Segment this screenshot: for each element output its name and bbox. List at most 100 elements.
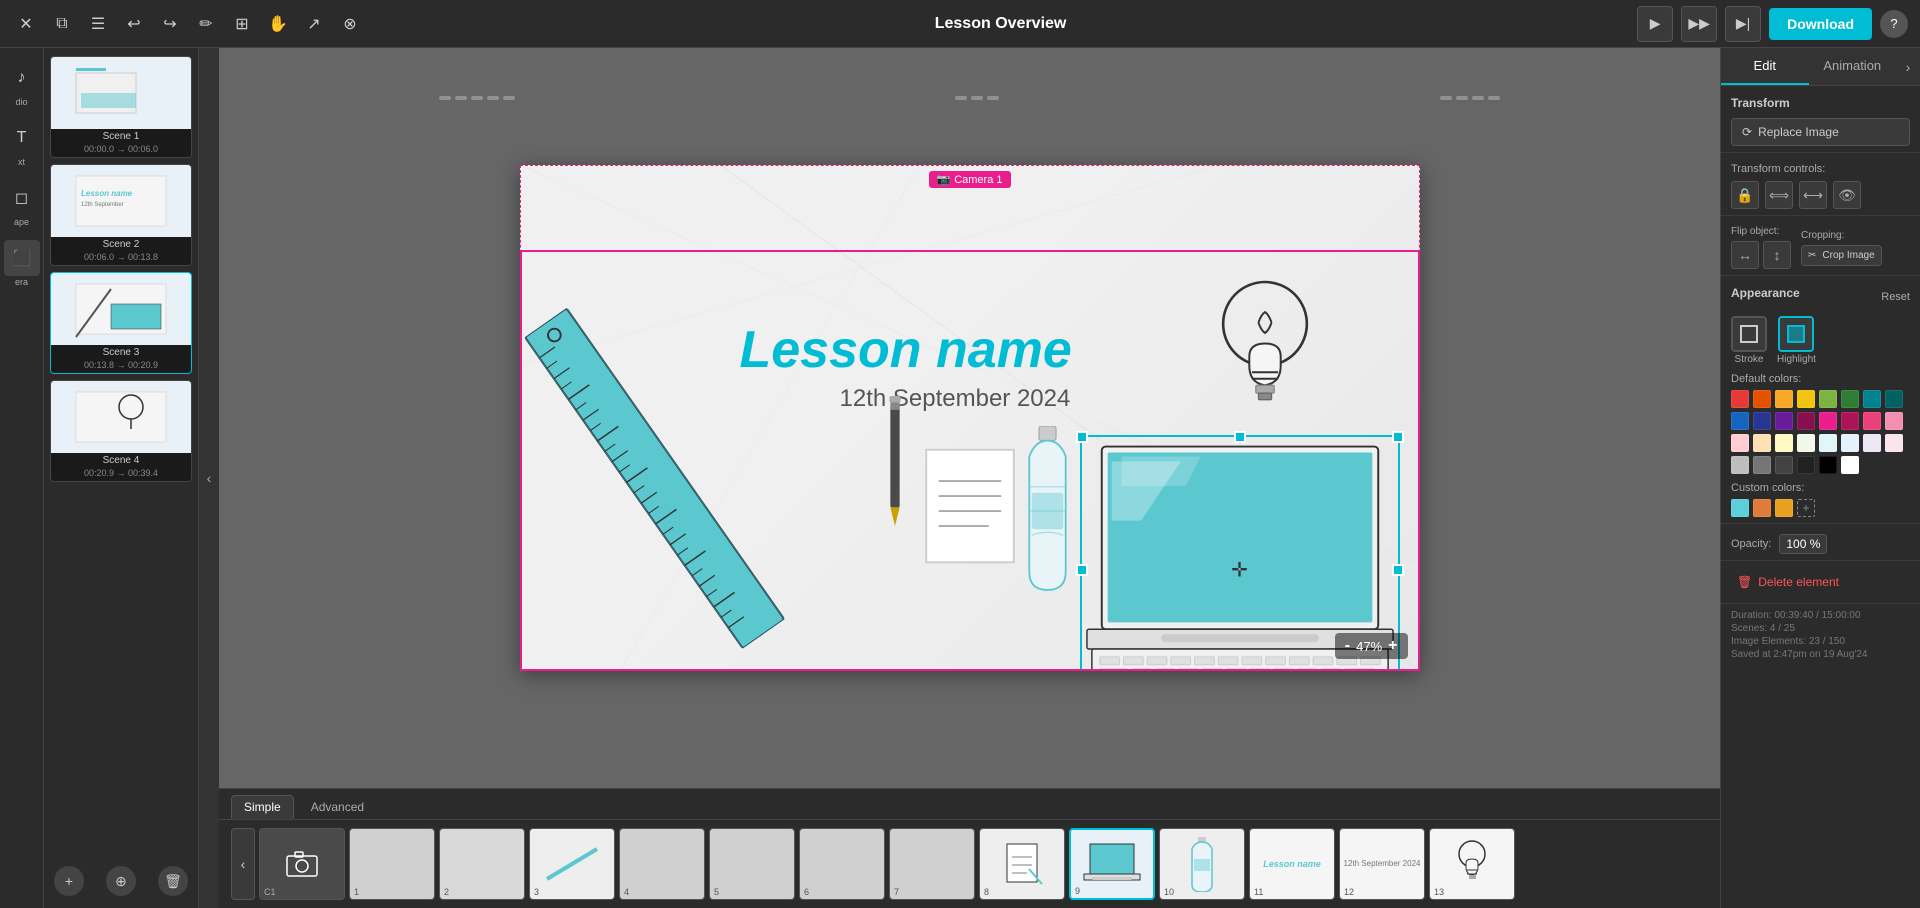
color-swatch[interactable] — [1841, 390, 1859, 408]
delete-scene-button[interactable]: 🗑 — [158, 866, 188, 896]
collapse-panel-button[interactable]: ‹ — [199, 48, 219, 908]
color-swatch[interactable] — [1753, 434, 1771, 452]
tool-text[interactable]: T xt — [0, 116, 44, 172]
color-swatch[interactable] — [1731, 390, 1749, 408]
color-swatch[interactable] — [1731, 456, 1749, 474]
tc-lock-button[interactable]: 🔒 — [1731, 181, 1759, 209]
timeline-thumb-c1[interactable]: C1 — [259, 828, 345, 900]
color-swatch[interactable] — [1819, 412, 1837, 430]
color-swatch[interactable] — [1885, 434, 1903, 452]
play-button-2[interactable]: ▶▶ — [1681, 6, 1717, 42]
color-swatch[interactable] — [1863, 412, 1881, 430]
handle-top-left[interactable] — [1076, 431, 1088, 443]
play-button-1[interactable]: ▶ — [1637, 6, 1673, 42]
color-swatch[interactable] — [1797, 412, 1815, 430]
canvas-wrapper[interactable]: 📷 Camera 1 Lesson name 12th September 20… — [219, 48, 1720, 788]
crop-image-button[interactable]: ✂ Crop Image — [1801, 245, 1882, 266]
color-swatch[interactable] — [1797, 434, 1815, 452]
color-swatch[interactable] — [1841, 412, 1859, 430]
tab-animation[interactable]: Animation — [1809, 48, 1897, 85]
handle-top-middle[interactable] — [1234, 431, 1246, 443]
replace-image-button[interactable]: ⟳ Replace Image — [1731, 118, 1910, 146]
add-scene-after-button[interactable]: ⊕ — [106, 866, 136, 896]
color-swatch[interactable] — [1885, 412, 1903, 430]
handle-middle-left[interactable] — [1076, 564, 1088, 576]
timeline-thumb-12[interactable]: 12th September 2024 12 — [1339, 828, 1425, 900]
color-swatch[interactable] — [1841, 434, 1859, 452]
highlight-option[interactable]: Highlight — [1777, 316, 1816, 365]
undo-icon[interactable]: ↩ — [120, 10, 148, 38]
stroke-option[interactable]: Stroke — [1731, 316, 1767, 365]
redo-icon[interactable]: ↪ — [156, 10, 184, 38]
tab-advanced[interactable]: Advanced — [298, 795, 377, 819]
lesson-name-text[interactable]: Lesson name — [740, 320, 1072, 380]
color-swatch[interactable] — [1819, 456, 1837, 474]
timeline-thumb-9[interactable]: 9 — [1069, 828, 1155, 900]
opacity-value[interactable]: 100 % — [1779, 534, 1827, 554]
duplicate-icon[interactable]: ⧉ — [48, 10, 76, 38]
color-swatch[interactable] — [1775, 434, 1793, 452]
color-swatch[interactable] — [1863, 390, 1881, 408]
custom-color-swatch[interactable] — [1753, 499, 1771, 517]
add-custom-color-button[interactable]: + — [1797, 499, 1815, 517]
pan-icon[interactable]: ✋ — [264, 10, 292, 38]
scene-card-2[interactable]: Lesson name 12th September Scene 2 00:06… — [50, 164, 192, 266]
timeline-thumb-10[interactable]: 10 — [1159, 828, 1245, 900]
timeline-thumb-5[interactable]: 5 — [709, 828, 795, 900]
timeline-thumb-3[interactable]: 3 — [529, 828, 615, 900]
handle-top-right[interactable] — [1392, 431, 1404, 443]
scene-card-1[interactable]: Scene 1 00:00.0 → 00:06.0 — [50, 56, 192, 158]
color-swatch[interactable] — [1819, 434, 1837, 452]
color-swatch[interactable] — [1731, 434, 1749, 452]
color-swatch[interactable] — [1797, 456, 1815, 474]
timeline-thumb-6[interactable]: 6 — [799, 828, 885, 900]
timeline-thumb-4[interactable]: 4 — [619, 828, 705, 900]
move-handle[interactable]: ✛ — [1231, 558, 1248, 583]
custom-color-swatch[interactable] — [1731, 499, 1749, 517]
tool-camera[interactable]: ⬛ era — [0, 236, 44, 292]
scene-card-4[interactable]: Scene 4 00:20.9 → 00:39.4 — [50, 380, 192, 482]
tc-flip-v-button[interactable]: ⟷ — [1799, 181, 1827, 209]
draw-icon[interactable]: ✏ — [192, 10, 220, 38]
color-swatch[interactable] — [1797, 390, 1815, 408]
color-swatch[interactable] — [1753, 456, 1771, 474]
help-button[interactable]: ? — [1880, 10, 1908, 38]
color-swatch[interactable] — [1885, 390, 1903, 408]
close-icon[interactable]: ✕ — [12, 10, 40, 38]
color-swatch[interactable] — [1863, 434, 1881, 452]
canvas-slide[interactable]: 📷 Camera 1 Lesson name 12th September 20… — [520, 165, 1420, 671]
color-swatch[interactable] — [1775, 390, 1793, 408]
more-icon[interactable]: ⊗ — [336, 10, 364, 38]
zoom-plus-button[interactable]: + — [1388, 637, 1397, 655]
color-swatch[interactable] — [1753, 390, 1771, 408]
custom-color-swatch[interactable] — [1775, 499, 1793, 517]
select-icon[interactable]: ↗ — [300, 10, 328, 38]
color-swatch[interactable] — [1731, 412, 1749, 430]
timeline-scroll-left[interactable]: ‹ — [231, 828, 255, 900]
tool-shapes[interactable]: ◻ ape — [0, 176, 44, 232]
reset-button[interactable]: Reset — [1881, 291, 1910, 303]
tool-audio[interactable]: ♪ dio — [0, 56, 44, 112]
timeline-thumb-8[interactable]: 8 — [979, 828, 1065, 900]
templates-icon[interactable]: ☰ — [84, 10, 112, 38]
panel-expand-arrow[interactable]: › — [1896, 48, 1920, 85]
timeline-thumb-2[interactable]: 2 — [439, 828, 525, 900]
grid-icon[interactable]: ⊞ — [228, 10, 256, 38]
tab-simple[interactable]: Simple — [231, 795, 294, 819]
flip-horizontal-button[interactable]: ↔ — [1731, 241, 1759, 269]
color-swatch[interactable] — [1775, 412, 1793, 430]
tc-flip-h-button[interactable]: ⟺ — [1765, 181, 1793, 209]
scene-card-3[interactable]: Scene 3 00:13.8 → 00:20.9 — [50, 272, 192, 374]
handle-middle-right[interactable] — [1392, 564, 1404, 576]
timeline-thumb-11[interactable]: Lesson name 11 — [1249, 828, 1335, 900]
add-scene-button[interactable]: + — [54, 866, 84, 896]
color-swatch[interactable] — [1775, 456, 1793, 474]
color-swatch[interactable] — [1753, 412, 1771, 430]
timeline-thumb-13[interactable]: 13 — [1429, 828, 1515, 900]
download-button[interactable]: Download — [1769, 8, 1872, 40]
tc-eye-button[interactable]: 👁 — [1833, 181, 1861, 209]
delete-element-button[interactable]: 🗑 Delete element — [1731, 569, 1910, 595]
zoom-minus-button[interactable]: - — [1345, 637, 1350, 655]
color-swatch[interactable] — [1819, 390, 1837, 408]
color-swatch[interactable] — [1841, 456, 1859, 474]
